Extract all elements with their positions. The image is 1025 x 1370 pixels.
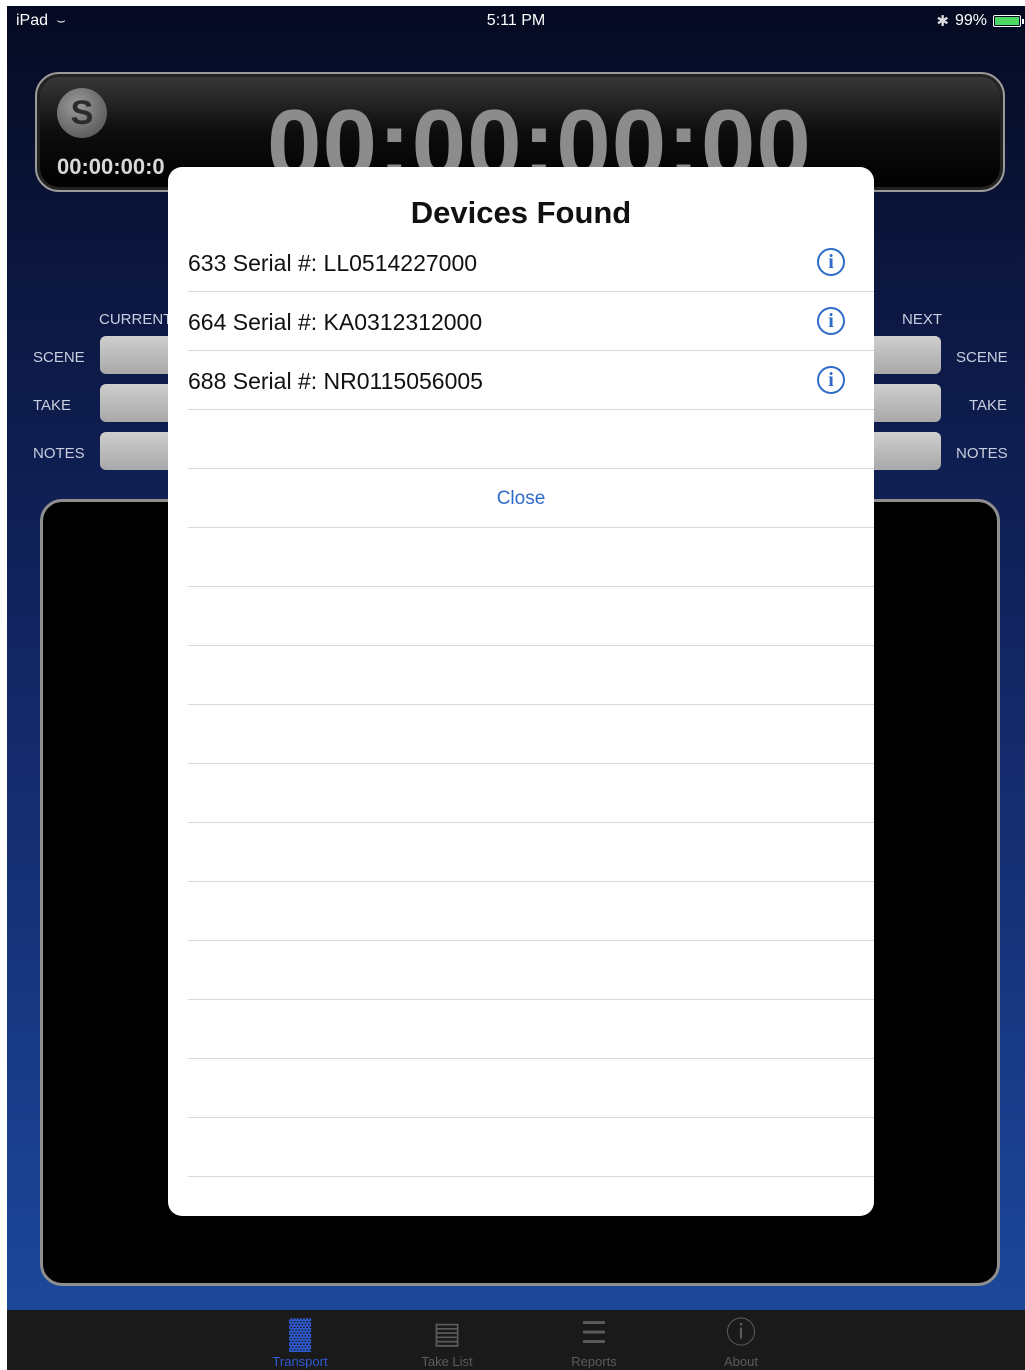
empty-row [188,528,874,587]
device-label: 633 Serial #: LL0514227000 [188,250,478,276]
empty-row [188,1059,874,1118]
device-list: 633 Serial #: LL0514227000 i 664 Serial … [188,233,874,1177]
tab-take-list[interactable]: ▤ Take List [397,1314,497,1369]
tab-bar: ▓ Transport ▤ Take List ☰ Reports ⓘ Abou… [7,1310,1025,1370]
devices-found-dialog: Devices Found 633 Serial #: LL0514227000… [168,167,874,1216]
app-screen: iPad ⌣ 5:11 PM ✱ 99% S 00:00:00:0 00:00:… [7,6,1025,1370]
empty-row [188,764,874,823]
document-icon: ☰ [580,1317,608,1350]
device-row[interactable]: 664 Serial #: KA0312312000 i [188,292,874,351]
tab-label: About [724,1354,758,1369]
tab-label: Reports [571,1354,617,1369]
info-icon[interactable]: i [817,307,845,335]
battery-percent: 99% [954,12,987,29]
tab-label: Transport [272,1354,328,1369]
status-bar: iPad ⌣ 5:11 PM ✱ 99% [7,6,1025,36]
timecode-small: 00:00:00:0 [57,154,165,179]
left-label-take: TAKE [33,397,72,414]
empty-row [188,882,874,941]
right-label-notes: NOTES [956,445,1008,462]
close-button-label: Close [496,488,546,509]
battery-icon [993,15,1024,27]
info-icon[interactable]: i [817,248,845,276]
clapperboard-icon: ▤ [432,1317,462,1350]
info-icon: ⓘ [726,1317,756,1350]
bluetooth-icon: ✱ [936,13,949,30]
app-logo-icon[interactable]: S [57,88,107,138]
empty-row [188,941,874,1000]
empty-row [188,410,874,469]
left-label-notes: NOTES [33,445,85,462]
empty-row [188,587,874,646]
device-row[interactable]: 633 Serial #: LL0514227000 i [188,233,874,292]
close-button[interactable]: Close [188,469,874,528]
empty-row [188,705,874,764]
battery-fill [995,17,1019,25]
status-right: ✱ 99% [936,12,1024,30]
info-icon[interactable]: i [817,366,845,394]
device-label: 688 Serial #: NR0115056005 [188,368,483,394]
tab-about[interactable]: ⓘ About [691,1314,791,1369]
tab-label: Take List [421,1354,473,1369]
right-label-scene: SCENE [956,349,1008,366]
current-header: CURRENT [99,311,173,328]
empty-row [188,1118,874,1177]
empty-row [188,646,874,705]
tab-transport[interactable]: ▓ Transport [250,1314,350,1369]
tab-reports[interactable]: ☰ Reports [544,1314,644,1369]
status-time: 5:11 PM [486,12,546,29]
right-label-take: TAKE [969,397,1008,414]
next-header: NEXT [902,311,943,328]
transport-bars-icon: ▓ [289,1317,311,1350]
device-label: 664 Serial #: KA0312312000 [188,309,483,335]
left-label-scene: SCENE [33,349,85,366]
empty-row [188,1000,874,1059]
device-row[interactable]: 688 Serial #: NR0115056005 i [188,351,874,410]
empty-row [188,823,874,882]
dialog-title: Devices Found [410,195,632,230]
